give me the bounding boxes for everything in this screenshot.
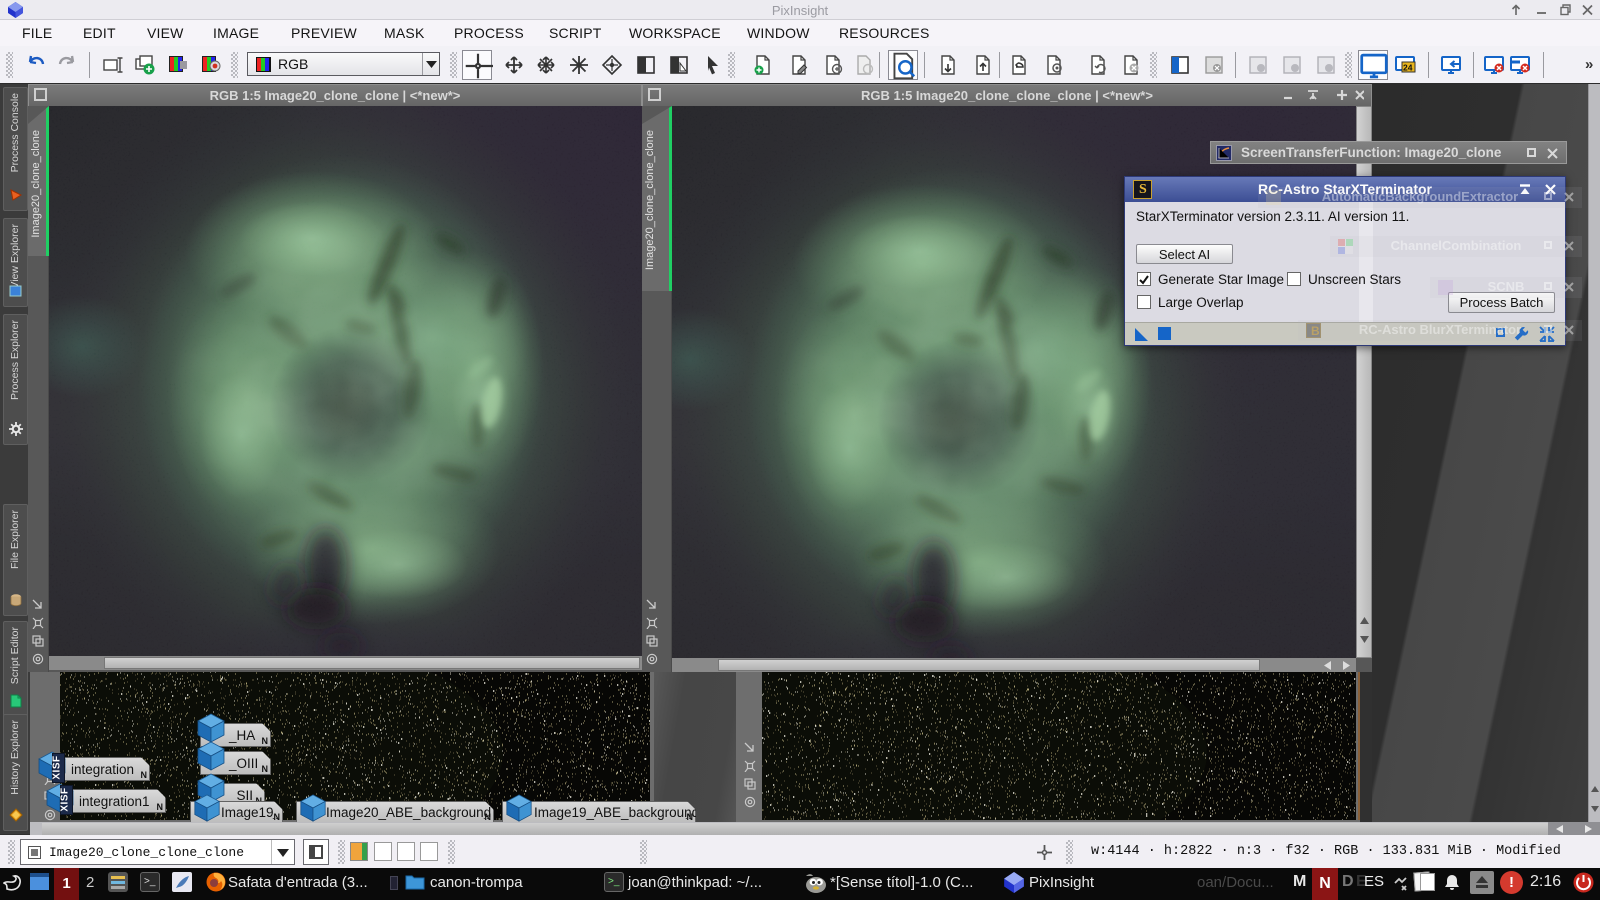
svg-text:24: 24 (1403, 63, 1413, 73)
